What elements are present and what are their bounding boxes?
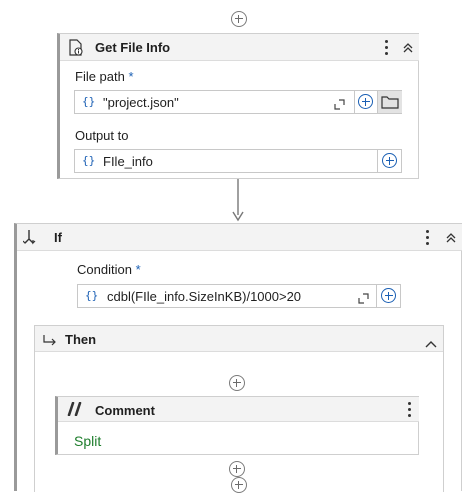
expression-icon: {}	[82, 95, 96, 108]
expand-icon[interactable]	[334, 97, 345, 115]
more-options-icon[interactable]	[408, 402, 412, 420]
add-variable-icon[interactable]	[358, 94, 373, 109]
file-info-icon	[69, 39, 83, 61]
comment-text: Split	[74, 433, 102, 449]
activity-title: Get File Info	[95, 40, 171, 55]
add-activity-button-then[interactable]	[229, 375, 245, 391]
get-file-info-header[interactable]: Get File Info	[60, 34, 419, 61]
expand-icon[interactable]	[358, 291, 369, 309]
folder-icon[interactable]	[378, 91, 402, 113]
get-file-info-card[interactable]: Get File Info File path * {} "project.js…	[57, 33, 419, 179]
condition-label: Condition *	[77, 262, 141, 277]
collapse-chevron-icon[interactable]	[425, 335, 437, 353]
collapse-icon[interactable]	[445, 233, 457, 243]
if-header[interactable]: If	[17, 224, 462, 251]
output-to-value: FIle_info	[103, 154, 153, 169]
add-variable-icon[interactable]	[382, 153, 397, 168]
more-options-icon[interactable]	[385, 40, 389, 58]
then-label: Then	[65, 332, 97, 347]
then-header[interactable]: Then	[35, 326, 443, 352]
add-variable-icon[interactable]	[381, 288, 396, 303]
activity-title: If	[54, 230, 62, 245]
output-to-label: Output to	[75, 128, 129, 143]
add-activity-button-bottom[interactable]	[229, 461, 245, 477]
if-icon	[22, 229, 43, 252]
expression-icon: {}	[82, 154, 96, 167]
then-arrow-icon	[43, 333, 57, 351]
condition-value: cdbl(FIle_info.SizeInKB)/1000>20	[107, 289, 302, 304]
expression-icon: {}	[85, 289, 99, 302]
file-path-value: "project.json"	[103, 95, 179, 110]
connector-arrow	[232, 179, 244, 223]
comment-icon	[67, 401, 85, 421]
condition-field[interactable]: {} cdbl(FIle_info.SizeInKB)/1000>20	[77, 284, 401, 308]
activity-title: Comment	[95, 403, 155, 418]
add-activity-button-top[interactable]	[231, 11, 247, 27]
file-path-label: File path *	[75, 69, 134, 84]
collapse-icon[interactable]	[402, 43, 414, 53]
more-options-icon[interactable]	[426, 230, 430, 248]
comment-header[interactable]: Comment	[58, 397, 419, 422]
comment-card[interactable]: Comment Split	[55, 396, 419, 455]
file-path-field[interactable]: {} "project.json"	[74, 90, 402, 114]
output-to-field[interactable]: {} FIle_info	[74, 149, 402, 173]
